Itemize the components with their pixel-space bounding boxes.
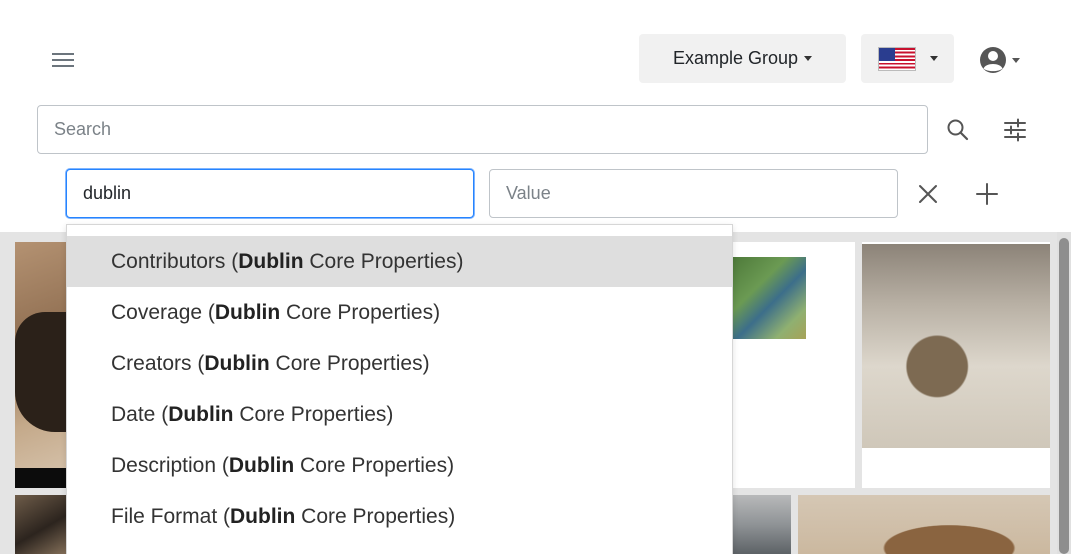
autocomplete-option[interactable]: Contributors (Dublin Core Properties) <box>67 236 732 287</box>
close-icon[interactable] <box>916 182 940 206</box>
gallery-thumbnail[interactable] <box>15 242 70 488</box>
metadata-key-input[interactable] <box>66 169 474 218</box>
language-dropdown-button[interactable] <box>861 34 954 83</box>
autocomplete-option[interactable]: Date (Dublin Core Properties) <box>67 389 732 440</box>
thumbnail-image <box>15 242 70 488</box>
autocomplete-dropdown: Contributors (Dublin Core Properties) Co… <box>66 224 733 554</box>
thumbnail-image <box>733 257 806 339</box>
group-dropdown-button[interactable]: Example Group <box>639 34 846 83</box>
search-icon[interactable] <box>945 117 971 143</box>
hamburger-line <box>52 65 74 67</box>
menu-button[interactable] <box>52 50 74 70</box>
thumbnail-image <box>15 495 70 554</box>
caret-down-icon <box>929 56 938 61</box>
autocomplete-option[interactable]: Description (Dublin Core Properties) <box>67 440 732 491</box>
thumbnail-image <box>862 244 1050 448</box>
metadata-value-input[interactable] <box>489 169 898 218</box>
gallery-thumbnail[interactable] <box>733 242 855 488</box>
plus-icon[interactable] <box>974 181 1000 207</box>
autocomplete-option[interactable]: Creators (Dublin Core Properties) <box>67 338 732 389</box>
group-label: Example Group <box>672 48 799 68</box>
autocomplete-option[interactable]: Coverage (Dublin Core Properties) <box>67 287 732 338</box>
thumbnail-image <box>733 495 791 554</box>
sliders-icon[interactable] <box>1002 117 1028 143</box>
scrollbar-thumb[interactable] <box>1059 238 1069 554</box>
us-flag-icon <box>877 46 916 71</box>
gallery-thumbnail[interactable] <box>733 495 791 554</box>
hamburger-line <box>52 53 74 55</box>
user-circle-icon <box>980 47 1006 73</box>
search-input[interactable] <box>37 105 928 154</box>
gallery-thumbnail[interactable] <box>862 242 1050 488</box>
caret-down-icon <box>1012 57 1020 63</box>
gallery-thumbnail[interactable] <box>798 495 1050 554</box>
caret-down-icon <box>804 56 813 61</box>
hamburger-line <box>52 59 74 61</box>
thumbnail-image <box>798 495 1050 554</box>
autocomplete-option[interactable]: File Format (Dublin Core Properties) <box>67 491 732 542</box>
user-menu-button[interactable] <box>978 44 1020 76</box>
gallery-thumbnail[interactable] <box>15 495 70 554</box>
